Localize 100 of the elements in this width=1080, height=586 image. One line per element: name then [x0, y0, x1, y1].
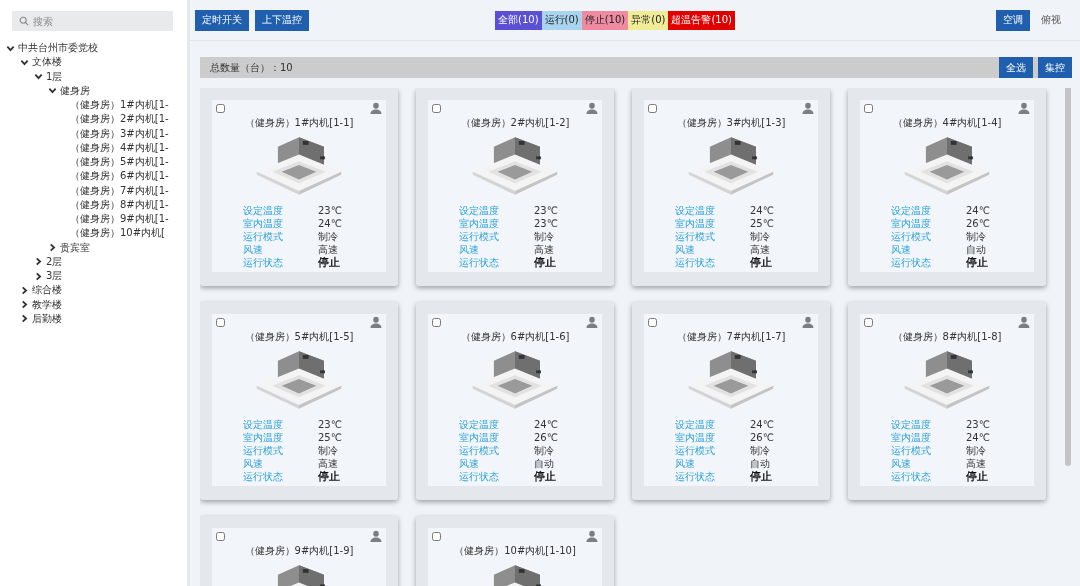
tree-item[interactable]: （健身房）4#内机[1- [70, 140, 169, 155]
user-icon[interactable] [370, 530, 382, 542]
unit-title: （健身房）10#内机[1-10] [454, 544, 576, 558]
chevron-right-icon[interactable] [20, 314, 29, 324]
chevron-down-icon[interactable] [34, 72, 43, 82]
chevron-right-icon[interactable] [34, 271, 43, 281]
user-icon[interactable] [370, 316, 382, 328]
field-value: 高速 [318, 456, 338, 470]
unit-title: （健身房）9#内机[1-9] [244, 544, 354, 558]
field-value: 制冷 [318, 443, 338, 458]
user-icon[interactable] [586, 530, 598, 542]
chevron-right-icon[interactable] [34, 257, 43, 267]
field-label: 运行模式 [891, 229, 932, 244]
field-label: 设定温度 [891, 203, 932, 218]
field-value: 制冷 [750, 229, 770, 244]
field-label: 运行状态 [243, 255, 284, 270]
user-icon[interactable] [370, 102, 382, 114]
tree-item[interactable]: （健身房）2#内机[1- [70, 112, 169, 127]
field-label: 运行状态 [243, 469, 284, 484]
view-tab[interactable]: 俯视 [1034, 9, 1068, 31]
field-label: 风速 [891, 242, 912, 257]
view-tab[interactable]: 空调 [996, 9, 1030, 31]
tree-item[interactable]: 3层 [46, 269, 63, 284]
tree-item[interactable]: （健身房）3#内机[1- [70, 126, 169, 141]
status-filter[interactable]: 超温告警(10) [668, 10, 735, 30]
select-checkbox[interactable] [864, 317, 873, 327]
action-button[interactable]: 集控 [1038, 57, 1072, 78]
field-label: 室内温度 [459, 216, 500, 231]
field-label: 室内温度 [459, 430, 500, 445]
status-filter[interactable]: 异常(0) [628, 10, 669, 30]
select-checkbox[interactable] [648, 103, 657, 113]
tree-item[interactable]: 健身房 [60, 83, 90, 98]
select-checkbox[interactable] [216, 531, 225, 541]
unit-title: （健身房）2#内机[1-2] [460, 116, 570, 130]
tree-item[interactable]: （健身房）6#内机[1- [70, 169, 169, 184]
field-value: 停止 [318, 469, 340, 484]
select-checkbox[interactable] [432, 317, 441, 327]
field-value: 停止 [966, 255, 988, 270]
user-icon[interactable] [1018, 102, 1030, 114]
field-value: 制冷 [750, 443, 770, 458]
field-label: 风速 [243, 242, 264, 257]
field-value: 24℃ [534, 419, 558, 430]
field-value: 高速 [318, 242, 338, 256]
tree-item[interactable]: （健身房）1#内机[1- [70, 98, 169, 113]
field-label: 运行模式 [459, 443, 500, 458]
tree-item[interactable]: （健身房）5#内机[1- [70, 155, 169, 170]
field-label: 运行模式 [675, 443, 716, 458]
select-checkbox[interactable] [432, 531, 441, 541]
user-icon[interactable] [586, 316, 598, 328]
tree-item[interactable]: 后勤楼 [32, 311, 62, 326]
toolbar-button[interactable]: 定时开关 [195, 9, 249, 31]
field-value: 高速 [534, 242, 554, 256]
field-value: 24℃ [966, 432, 990, 443]
field-label: 设定温度 [459, 417, 500, 432]
tree-item[interactable]: 中共台州市委党校 [18, 41, 98, 56]
field-label: 风速 [891, 456, 912, 471]
field-value: 23℃ [318, 419, 342, 430]
search-field[interactable]: 搜索 [12, 11, 173, 31]
field-label: 运行模式 [891, 443, 932, 458]
tree-item[interactable]: （健身房）10#内机[ [70, 226, 165, 241]
field-value: 自动 [750, 456, 770, 470]
tree-item[interactable]: （健身房）9#内机[1- [70, 212, 169, 227]
tree-item[interactable]: 教学楼 [32, 297, 62, 312]
scrollbar[interactable] [1065, 88, 1071, 466]
chevron-right-icon[interactable] [20, 300, 29, 310]
tree-item[interactable]: （健身房）8#内机[1- [70, 197, 169, 212]
select-checkbox[interactable] [216, 317, 225, 327]
tree-item[interactable]: 1层 [46, 69, 63, 84]
user-icon[interactable] [802, 316, 814, 328]
tree-item[interactable]: 2层 [46, 254, 63, 269]
select-checkbox[interactable] [216, 103, 225, 113]
tree-item[interactable]: 贵宾室 [60, 240, 90, 255]
field-label: 设定温度 [243, 203, 284, 218]
chevron-down-icon[interactable] [48, 86, 57, 96]
unit-title: （健身房）6#内机[1-6] [460, 330, 570, 344]
tree-item[interactable]: （健身房）7#内机[1- [70, 183, 169, 198]
user-icon[interactable] [586, 102, 598, 114]
field-label: 运行状态 [459, 469, 500, 484]
status-filter[interactable]: 停止(10) [581, 10, 629, 30]
status-filter[interactable]: 全部(10) [495, 10, 542, 30]
field-value: 24℃ [750, 205, 774, 216]
select-checkbox[interactable] [648, 317, 657, 327]
field-value: 23℃ [966, 419, 990, 430]
field-label: 风速 [243, 456, 264, 471]
action-button[interactable]: 全选 [999, 57, 1033, 78]
select-checkbox[interactable] [864, 103, 873, 113]
field-value: 停止 [318, 255, 340, 270]
chevron-right-icon[interactable] [48, 243, 57, 253]
toolbar-button[interactable]: 上下温控 [255, 9, 309, 31]
tree-item[interactable]: 综合楼 [32, 283, 62, 298]
field-label: 运行状态 [891, 469, 932, 484]
user-icon[interactable] [1018, 316, 1030, 328]
user-icon[interactable] [802, 102, 814, 114]
status-filter[interactable]: 运行(0) [541, 10, 582, 30]
chevron-right-icon[interactable] [20, 285, 29, 295]
field-label: 运行模式 [459, 229, 500, 244]
field-value: 高速 [750, 242, 770, 256]
tree-item[interactable]: 文体楼 [32, 55, 62, 70]
field-value: 高速 [966, 456, 986, 470]
select-checkbox[interactable] [432, 103, 441, 113]
